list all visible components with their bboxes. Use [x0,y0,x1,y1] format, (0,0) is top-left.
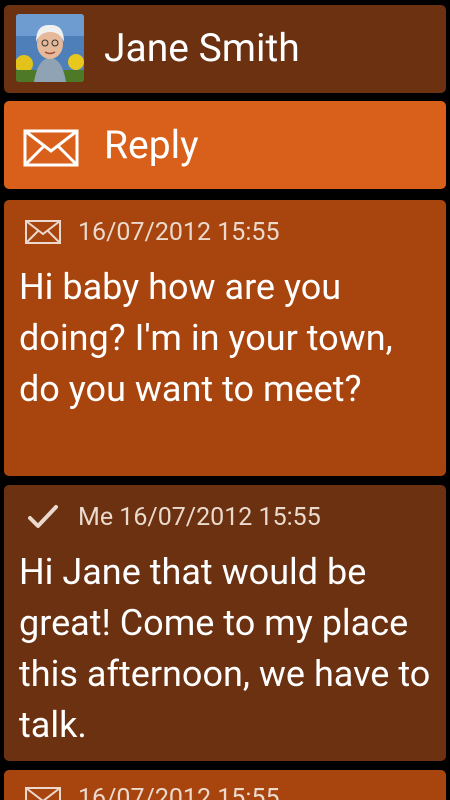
envelope-icon [25,786,61,800]
message-bubble-outgoing[interactable]: Me 16/07/2012 15:55 Hi Jane that would b… [4,485,446,761]
contact-header[interactable]: Jane Smith [4,5,446,93]
message-timestamp: Me 16/07/2012 15:55 [78,502,321,532]
message-meta: 16/07/2012 15:55 [24,215,280,249]
reply-button[interactable]: Reply [4,101,446,189]
avatar-photo [16,14,84,82]
message-bubble-incoming[interactable]: 16/07/2012 15:55 [4,770,446,800]
envelope-icon [25,220,61,244]
envelope-icon [23,129,79,167]
message-text: Hi Jane that would be great! Come to my … [19,551,431,746]
contact-avatar[interactable] [16,14,84,82]
contact-name: Jane Smith [104,25,300,71]
message-meta: 16/07/2012 15:55 [24,784,280,800]
message-timestamp: 16/07/2012 15:55 [78,784,280,800]
message-bubble-incoming[interactable]: 16/07/2012 15:55 Hi baby how are you doi… [4,200,446,476]
message-meta: Me 16/07/2012 15:55 [24,500,321,534]
checkmark-icon [28,505,58,528]
sms-conversation-screen: Jane Smith Reply 16/07/2012 15:55 Hi bab… [0,0,450,800]
reply-label: Reply [104,122,199,168]
message-timestamp: 16/07/2012 15:55 [78,217,280,247]
message-text: Hi baby how are you doing? I'm in your t… [19,266,393,410]
